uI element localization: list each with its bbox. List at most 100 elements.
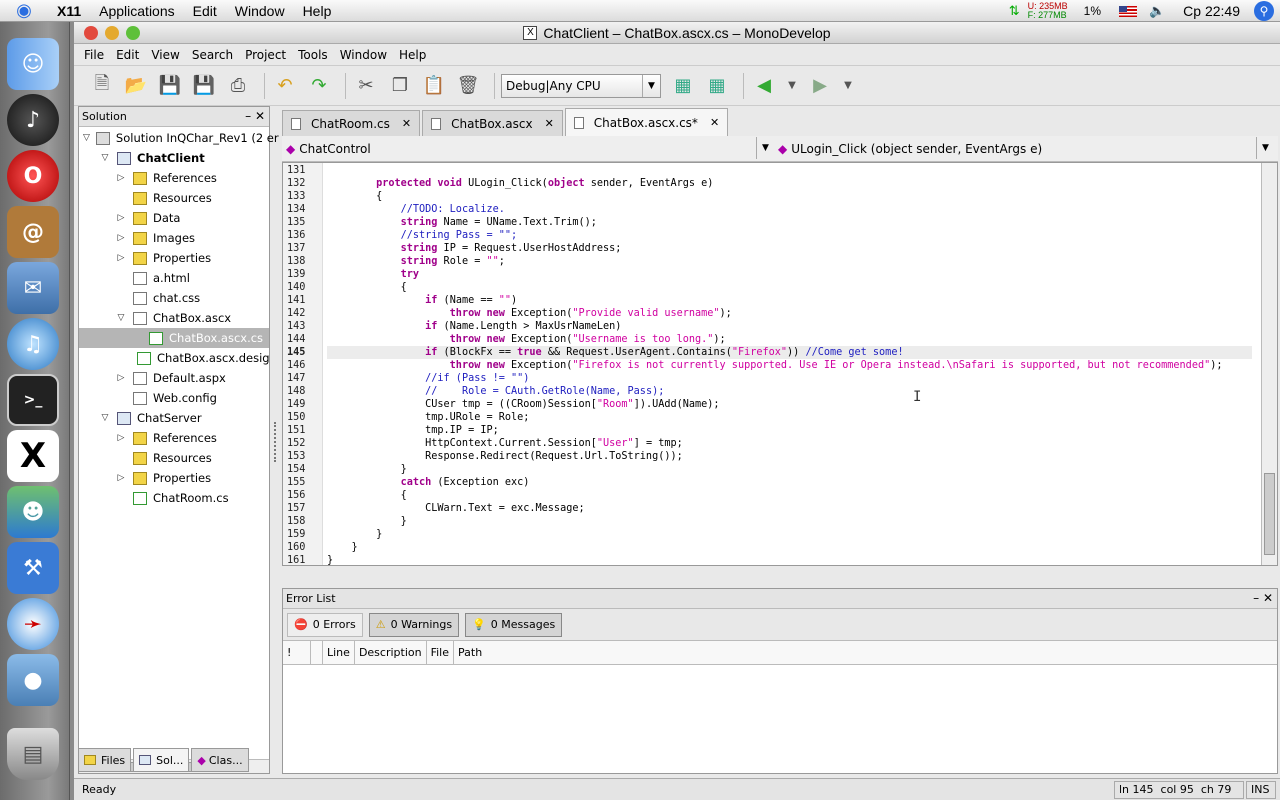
tree-item[interactable]: ▷ References xyxy=(79,428,269,448)
rebuild-icon[interactable]: ▦ xyxy=(703,72,731,100)
redo-icon[interactable]: ↷ xyxy=(305,72,333,100)
code-line[interactable] xyxy=(327,164,1252,177)
paste-icon[interactable]: 📋 xyxy=(420,72,448,100)
tree-item[interactable]: ▷ Default.aspx xyxy=(79,368,269,388)
code-line[interactable]: if (Name == "") xyxy=(327,294,1252,307)
volume-icon[interactable]: 🔈 xyxy=(1149,3,1165,19)
code-line[interactable]: } xyxy=(327,515,1252,528)
tab-chatbox-ascx[interactable]: ChatBox.ascx ✕ xyxy=(422,110,563,136)
code-line[interactable]: } xyxy=(327,463,1252,476)
code-line[interactable]: // Role = CAuth.GetRole(Name, Pass); xyxy=(327,385,1252,398)
menu-project[interactable]: Project xyxy=(239,48,292,62)
column-line[interactable]: Line xyxy=(323,641,355,664)
build-config-combo[interactable]: Debug|Any CPU ▼ xyxy=(501,73,661,98)
menu-window[interactable]: Window xyxy=(226,3,294,19)
address-book-icon[interactable]: @ xyxy=(7,206,59,258)
app-menu-x11[interactable]: X11 xyxy=(48,3,90,19)
vertical-scrollbar[interactable] xyxy=(1261,163,1277,565)
close-icon[interactable]: ✕ xyxy=(402,117,411,130)
iphoto-icon[interactable]: ● xyxy=(7,654,59,706)
clock[interactable]: Cp 22:49 xyxy=(1183,3,1240,19)
menu-file[interactable]: File xyxy=(78,48,110,62)
code-line[interactable]: protected void ULogin_Click(object sende… xyxy=(327,177,1252,190)
expander-icon[interactable]: ▷ xyxy=(115,473,127,483)
build-icon[interactable]: ▦ xyxy=(669,72,697,100)
tree-item[interactable]: Resources xyxy=(79,448,269,468)
tree-item[interactable]: Web.config xyxy=(79,388,269,408)
code-line[interactable]: string IP = Request.UserHostAddress; xyxy=(327,242,1252,255)
code-line[interactable]: { xyxy=(327,489,1252,502)
expander-icon[interactable]: ▷ xyxy=(115,373,127,383)
opera-icon[interactable]: O xyxy=(7,150,59,202)
tree-item[interactable]: ▽ ChatServer xyxy=(79,408,269,428)
safari-icon[interactable]: ➛ xyxy=(7,598,59,650)
code-line[interactable]: Response.Redirect(Request.Url.ToString()… xyxy=(327,450,1252,463)
back-dropdown-icon[interactable]: ▼ xyxy=(784,72,800,100)
menu-help[interactable]: Help xyxy=(393,48,432,62)
close-icon[interactable]: ✕ xyxy=(545,117,554,130)
menu-applications[interactable]: Applications xyxy=(90,3,184,19)
menu-search[interactable]: Search xyxy=(186,48,239,62)
code-line[interactable]: throw new Exception("Username is too lon… xyxy=(327,333,1252,346)
expander-icon[interactable]: ▽ xyxy=(115,313,127,323)
code-editor[interactable]: 131 132 133 134 135 136 137 138 139 140 141 142 143 1… xyxy=(282,162,1278,566)
back-icon[interactable]: ◀ xyxy=(750,72,778,100)
expander-icon[interactable]: ▷ xyxy=(115,253,127,263)
menu-view[interactable]: View xyxy=(145,48,185,62)
code-line[interactable]: CLWarn.Text = exc.Message; xyxy=(327,502,1252,515)
code-line[interactable]: string Name = UName.Text.Trim(); xyxy=(327,216,1252,229)
class-combo[interactable]: ◆ ChatControl ▼ xyxy=(282,136,774,161)
expander-icon[interactable]: ▷ xyxy=(115,213,127,223)
tree-item[interactable]: ▷ Properties xyxy=(79,468,269,488)
expander-icon[interactable]: ▽ xyxy=(83,133,90,143)
messenger-icon[interactable]: ☻ xyxy=(7,486,59,538)
tree-item[interactable]: chat.css xyxy=(79,288,269,308)
itunes-icon[interactable]: ♫ xyxy=(7,318,59,370)
menu-edit[interactable]: Edit xyxy=(110,48,145,62)
undo-icon[interactable]: ↶ xyxy=(271,72,299,100)
tree-item[interactable]: a.html xyxy=(79,268,269,288)
close-button[interactable] xyxy=(84,26,98,40)
code-line[interactable]: HttpContext.Current.Session["User"] = tm… xyxy=(327,437,1252,450)
tab-solution[interactable]: Sol... xyxy=(133,748,190,772)
member-combo[interactable]: ◆ ULogin_Click (object sender, EventArgs… xyxy=(774,136,1274,161)
menu-help[interactable]: Help xyxy=(294,3,341,19)
cut-icon[interactable]: ✂ xyxy=(352,72,380,100)
tab-chatroom-cs[interactable]: ChatRoom.cs ✕ xyxy=(282,110,421,136)
tree-item[interactable]: ▷ Properties xyxy=(79,248,269,268)
forward-dropdown-icon[interactable]: ▼ xyxy=(840,72,856,100)
tree-item[interactable]: ▽ Solution InQChar_Rev1 (2 er xyxy=(79,128,279,148)
forward-icon[interactable]: ▶ xyxy=(806,72,834,100)
minimize-button[interactable] xyxy=(105,26,119,40)
x11-icon[interactable]: X xyxy=(7,430,59,482)
code-line[interactable]: //TODO: Localize. xyxy=(327,203,1252,216)
save-all-icon[interactable]: 💾 xyxy=(190,72,218,100)
code-line[interactable]: throw new Exception("Firefox is not curr… xyxy=(327,359,1252,372)
expander-icon[interactable]: ▷ xyxy=(115,233,127,243)
code-line[interactable]: { xyxy=(327,190,1252,203)
tab-chatbox-ascx-cs[interactable]: ChatBox.ascx.cs* ✕ xyxy=(564,108,729,136)
tree-item[interactable]: Resources xyxy=(79,188,269,208)
open-file-icon[interactable]: 📂 xyxy=(122,72,150,100)
xcode-icon[interactable]: ⚒ xyxy=(7,542,59,594)
code-line[interactable]: CUser tmp = ((CRoom)Session["Room"]).UAd… xyxy=(327,398,1252,411)
code-line[interactable]: tmp.URole = Role; xyxy=(327,411,1252,424)
close-icon[interactable]: ✕ xyxy=(710,116,719,129)
column-file[interactable]: File xyxy=(427,641,455,664)
code-line[interactable]: } xyxy=(327,541,1252,554)
code-line[interactable]: //if (Pass != "") xyxy=(327,372,1252,385)
delete-icon[interactable]: 🗑 xyxy=(454,72,482,100)
code-line[interactable]: //string Pass = ""; xyxy=(327,229,1252,242)
finder-icon[interactable]: ☺ xyxy=(7,38,59,90)
tree-item[interactable]: ▷ Images xyxy=(79,228,269,248)
tree-item[interactable]: ChatRoom.cs xyxy=(79,488,269,508)
code-line[interactable]: { xyxy=(327,281,1252,294)
expander-icon[interactable]: ▷ xyxy=(115,173,127,183)
window-titlebar[interactable]: X ChatClient – ChatBox.ascx.cs – MonoDev… xyxy=(74,22,1280,44)
copy-icon[interactable]: ❐ xyxy=(386,72,414,100)
trash-icon[interactable]: ▤ xyxy=(7,728,59,780)
tree-item[interactable]: ▽ ChatClient xyxy=(79,148,269,168)
expander-icon[interactable]: ▷ xyxy=(115,433,127,443)
code-line[interactable]: catch (Exception exc) xyxy=(327,476,1252,489)
code-line[interactable]: try xyxy=(327,268,1252,281)
